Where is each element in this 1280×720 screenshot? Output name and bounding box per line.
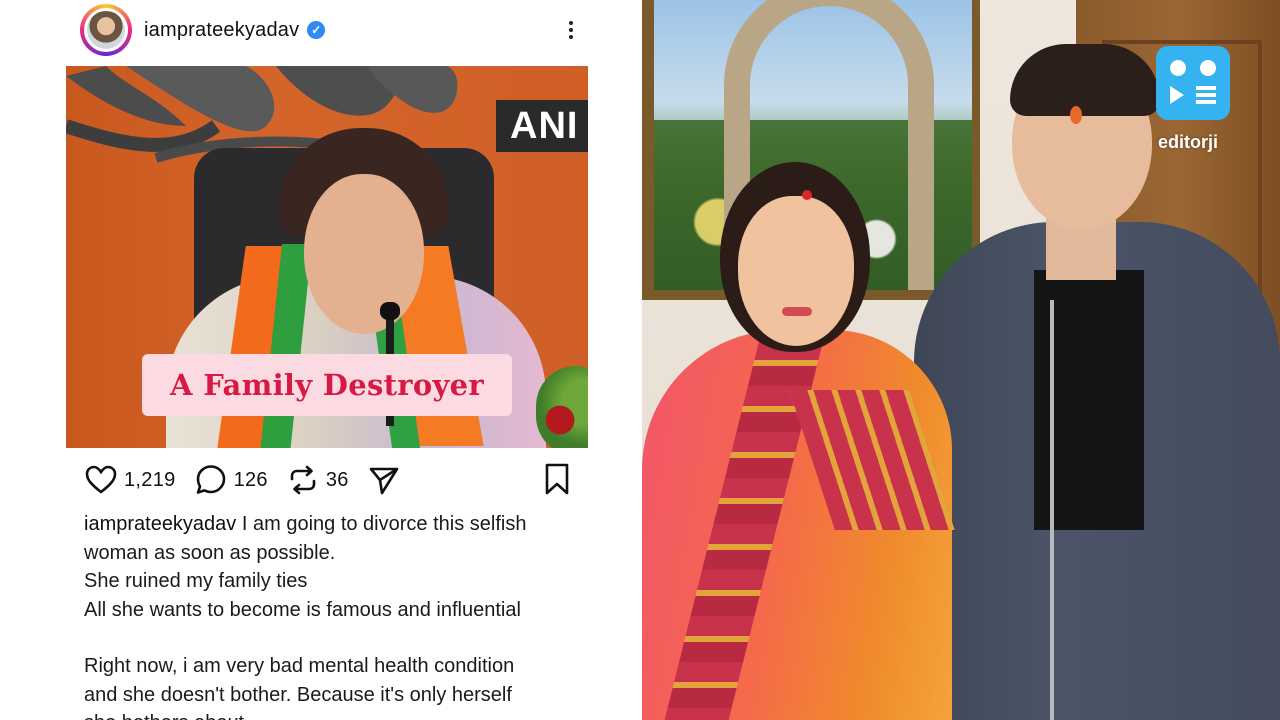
repost-button[interactable]: 36 — [286, 463, 349, 497]
like-count: 1,219 — [124, 468, 176, 491]
comment-count: 126 — [233, 468, 268, 491]
post-image[interactable]: ANI A Family Destroyer — [66, 66, 588, 448]
caption-line: she bothers about — [84, 709, 604, 720]
comment-button[interactable]: 126 — [194, 463, 268, 497]
avatar-photo — [84, 8, 128, 52]
instagram-post: iamprateekyadav ✓ ANI A Family Destroyer — [0, 0, 640, 720]
bookmark-icon[interactable] — [542, 462, 572, 496]
overlay-caption: A Family Destroyer — [142, 354, 512, 416]
channel-tag: ANI — [496, 100, 588, 152]
post-username[interactable]: iamprateekyadav — [144, 19, 299, 42]
more-options-icon[interactable] — [562, 18, 580, 42]
post-header: iamprateekyadav ✓ — [80, 4, 580, 56]
verified-badge-icon: ✓ — [307, 21, 326, 39]
send-icon — [369, 467, 399, 495]
post-caption: iamprateekyadav I am going to divorce th… — [84, 510, 604, 720]
caption-line: and she doesn't bother. Because it's onl… — [84, 683, 512, 706]
caption-line: woman as soon as possible. — [84, 541, 336, 564]
comment-icon — [196, 465, 225, 494]
heart-icon — [85, 465, 117, 494]
repost-count: 36 — [325, 468, 349, 491]
caption-line: Right now, i am very bad mental health c… — [84, 655, 515, 677]
share-button[interactable] — [367, 463, 401, 497]
woman-face — [738, 196, 854, 346]
caption-author[interactable]: iamprateekyadav — [84, 513, 236, 535]
speaker-face — [304, 174, 424, 334]
profile-avatar[interactable] — [80, 4, 132, 56]
caption-line: I am going to divorce this selfish — [241, 513, 527, 535]
like-button[interactable]: 1,219 — [84, 463, 176, 497]
editorji-logo-icon — [1156, 46, 1230, 120]
brand-name: editorji — [1158, 132, 1219, 152]
caption-line: All she wants to become is famous and in… — [84, 598, 521, 621]
caption-line: She ruined my family ties — [84, 570, 308, 592]
editorji-watermark: editorji — [1156, 46, 1232, 153]
repost-icon — [290, 465, 316, 495]
post-actions: 1,219 126 36 — [84, 458, 572, 502]
